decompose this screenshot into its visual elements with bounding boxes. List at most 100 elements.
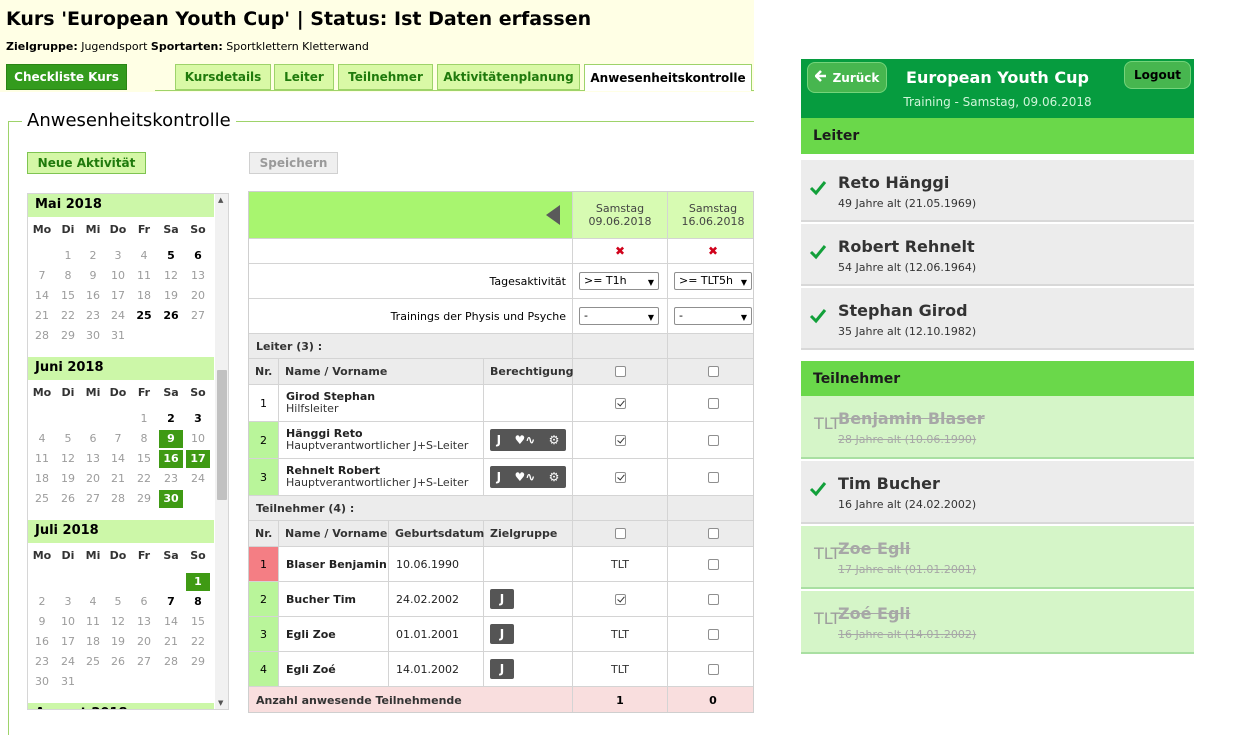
calendar-day[interactable]: 30 — [30, 673, 54, 691]
calendar-day[interactable]: 11 — [132, 267, 156, 285]
calendar-day[interactable]: 30 — [159, 490, 183, 508]
calendar-day[interactable]: 9 — [159, 430, 183, 448]
calendar-day[interactable]: 1 — [186, 573, 210, 591]
calendar-day[interactable]: 3 — [56, 593, 80, 611]
calendar-day[interactable]: 7 — [159, 593, 183, 611]
calendar-day[interactable]: 24 — [106, 307, 130, 325]
calendar-day[interactable]: 4 — [30, 430, 54, 448]
calendar-day[interactable]: 23 — [81, 307, 105, 325]
calendar-day[interactable]: 31 — [56, 673, 80, 691]
calendar-day[interactable]: 5 — [106, 593, 130, 611]
calendar-day[interactable]: 4 — [81, 593, 105, 611]
calendar-day[interactable]: 28 — [159, 653, 183, 671]
calendar-day[interactable]: 26 — [106, 653, 130, 671]
calendar-day[interactable]: 17 — [186, 450, 210, 468]
calendar-day[interactable]: 19 — [159, 287, 183, 305]
calendar-day[interactable]: 27 — [81, 490, 105, 508]
calendar-day[interactable]: 1 — [132, 410, 156, 428]
calendar-day[interactable]: 25 — [30, 490, 54, 508]
calendar-day[interactable]: 13 — [132, 613, 156, 631]
calendar-day[interactable]: 18 — [132, 287, 156, 305]
calendar-day[interactable]: 15 — [56, 287, 80, 305]
calendar-day[interactable]: 21 — [159, 633, 183, 651]
tagesaktivitaet-select[interactable]: >= T1h — [579, 272, 659, 291]
calendar-day[interactable]: 5 — [159, 247, 183, 265]
calendar-day[interactable]: 15 — [186, 613, 210, 631]
select-all-checkbox[interactable] — [614, 366, 626, 377]
calendar-day[interactable]: 8 — [186, 593, 210, 611]
scroll-down-icon[interactable]: ▼ — [218, 699, 223, 707]
calendar-day[interactable]: 19 — [56, 470, 80, 488]
neue-aktivitaet-button[interactable]: Neue Aktivität — [27, 152, 146, 174]
tab-anwesenheitskontrolle[interactable]: Anwesenheitskontrolle — [584, 64, 752, 91]
calendar-day[interactable]: 26 — [159, 307, 183, 325]
attendance-checkbox[interactable] — [614, 397, 626, 409]
trainings-select[interactable]: - — [579, 307, 659, 326]
calendar-day[interactable]: 3 — [106, 247, 130, 265]
calendar-day[interactable]: 16 — [159, 450, 183, 468]
calendar-day[interactable]: 10 — [186, 430, 210, 448]
tagesaktivitaet-select[interactable]: >= TLT5h — [674, 272, 752, 291]
calendar-day[interactable]: 6 — [132, 593, 156, 611]
attendance-checkbox[interactable] — [707, 558, 719, 570]
calendar-day[interactable]: 17 — [106, 287, 130, 305]
calendar-day[interactable]: 20 — [81, 470, 105, 488]
speichern-button[interactable]: Speichern — [249, 152, 338, 174]
teilnehmer-list-item[interactable]: Tim Bucher 16 Jahre alt (24.02.2002) — [801, 461, 1194, 524]
calendar-day[interactable]: 8 — [56, 267, 80, 285]
date-column-header[interactable]: Samstag 09.06.2018 — [573, 192, 668, 238]
calendar-day[interactable]: 20 — [186, 287, 210, 305]
tab-checkliste[interactable]: Checkliste Kurs — [6, 64, 127, 90]
attendance-checkbox[interactable] — [707, 628, 719, 640]
teilnehmer-list-item[interactable]: TLT Zoe Egli 17 Jahre alt (01.01.2001) — [801, 526, 1194, 589]
teilnehmer-list-item[interactable]: TLT Benjamin Blaser 28 Jahre alt (10.06.19… — [801, 396, 1194, 459]
calendar-day[interactable]: 1 — [56, 247, 80, 265]
calendar-day[interactable]: 9 — [81, 267, 105, 285]
calendar-day[interactable]: 29 — [132, 490, 156, 508]
calendar-day[interactable]: 16 — [81, 287, 105, 305]
calendar-day[interactable]: 6 — [81, 430, 105, 448]
tab-aktivitaetenplanung[interactable]: Aktivitätenplanung — [437, 64, 580, 90]
calendar-day[interactable]: 23 — [159, 470, 183, 488]
attendance-checkbox[interactable] — [707, 434, 719, 446]
calendar-day[interactable]: 31 — [106, 327, 130, 345]
calendar-day[interactable]: 12 — [56, 450, 80, 468]
calendar-day[interactable]: 2 — [159, 410, 183, 428]
calendar-day[interactable]: 24 — [186, 470, 210, 488]
leiter-list-item[interactable]: Stephan Girod 35 Jahre alt (12.10.1982) — [801, 288, 1194, 350]
calendar-day[interactable]: 10 — [56, 613, 80, 631]
calendar-day[interactable]: 18 — [81, 633, 105, 651]
select-all-checkbox[interactable] — [707, 366, 719, 377]
calendar-day[interactable]: 13 — [81, 450, 105, 468]
scroll-up-icon[interactable]: ▲ — [218, 196, 223, 204]
calendar-day[interactable]: 14 — [30, 287, 54, 305]
delete-icon[interactable]: ✖ — [615, 244, 625, 258]
calendar-scrollbar[interactable]: ▲ ▼ — [215, 194, 228, 709]
attendance-checkbox[interactable] — [707, 593, 719, 605]
calendar-day[interactable]: 22 — [56, 307, 80, 325]
calendar-day[interactable]: 14 — [106, 450, 130, 468]
calendar-day[interactable]: 14 — [159, 613, 183, 631]
tab-leiter[interactable]: Leiter — [274, 64, 334, 90]
calendar-day[interactable]: 29 — [186, 653, 210, 671]
calendar-day[interactable]: 22 — [132, 470, 156, 488]
calendar-day[interactable]: 27 — [132, 653, 156, 671]
calendar-day[interactable]: 2 — [30, 593, 54, 611]
calendar-day[interactable]: 19 — [106, 633, 130, 651]
trainings-select[interactable]: - — [674, 307, 752, 326]
calendar-day[interactable]: 22 — [186, 633, 210, 651]
calendar-day[interactable]: 25 — [132, 307, 156, 325]
calendar-day[interactable]: 24 — [56, 653, 80, 671]
leiter-list-item[interactable]: Reto Hänggi 49 Jahre alt (21.05.1969) — [801, 160, 1194, 222]
calendar-day[interactable]: 25 — [81, 653, 105, 671]
calendar-day[interactable]: 18 — [30, 470, 54, 488]
attendance-checkbox[interactable] — [707, 471, 719, 483]
calendar-day[interactable]: 27 — [186, 307, 210, 325]
calendar-day[interactable]: 30 — [81, 327, 105, 345]
select-all-checkbox[interactable] — [707, 528, 719, 539]
calendar-day[interactable]: 12 — [159, 267, 183, 285]
delete-icon[interactable]: ✖ — [708, 244, 718, 258]
calendar-day[interactable]: 10 — [106, 267, 130, 285]
calendar-day[interactable]: 2 — [81, 247, 105, 265]
calendar-day[interactable]: 13 — [186, 267, 210, 285]
